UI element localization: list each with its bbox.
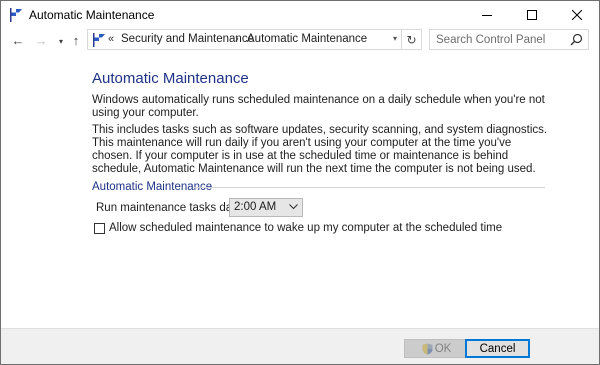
main-content: Automatic Maintenance Windows automatica… — [1, 52, 599, 328]
search-box[interactable] — [429, 29, 589, 50]
maintenance-flag-icon — [93, 33, 105, 47]
section-divider — [193, 187, 545, 188]
uac-shield-icon — [422, 343, 433, 354]
ok-button-label: OK — [434, 342, 452, 355]
minimize-button[interactable] — [464, 1, 509, 28]
refresh-button[interactable]: ↻ — [402, 29, 422, 50]
details-paragraph: This includes tasks such as software upd… — [92, 124, 548, 175]
dialog-footer: OK Cancel — [1, 328, 599, 364]
title-bar: Automatic Maintenance — [1, 1, 599, 28]
minimize-icon — [481, 14, 492, 16]
close-icon — [571, 9, 582, 20]
wake-computer-checkbox[interactable] — [94, 223, 105, 234]
maximize-button[interactable] — [509, 1, 554, 28]
app-window: Automatic Maintenance ← → ▾ ↑ « Security… — [0, 0, 600, 365]
up-button[interactable]: ↑ — [68, 32, 84, 48]
chevron-down-icon — [289, 204, 298, 210]
navigation-bar: ← → ▾ ↑ « Security and Maintenance › Aut… — [1, 28, 599, 52]
breadcrumb-automatic-maintenance[interactable]: Automatic Maintenance — [247, 33, 367, 45]
run-time-value: 2:00 AM — [234, 201, 277, 213]
intro-paragraph: Windows automatically runs scheduled mai… — [92, 94, 545, 119]
page-title: Automatic Maintenance — [92, 70, 249, 87]
address-bar[interactable]: « Security and Maintenance › Automatic M… — [87, 29, 402, 50]
ok-button[interactable]: OK — [404, 339, 469, 358]
maintenance-flag-icon — [10, 8, 22, 22]
search-input[interactable] — [436, 32, 566, 48]
breadcrumb-overflow[interactable]: « — [108, 33, 114, 45]
run-time-select[interactable]: 2:00 AM — [229, 198, 303, 217]
maximize-icon — [526, 9, 537, 20]
close-button[interactable] — [554, 1, 599, 28]
address-dropdown-button[interactable]: ▾ — [393, 34, 397, 43]
recent-locations-button[interactable]: ▾ — [53, 33, 69, 49]
window-title: Automatic Maintenance — [29, 8, 155, 22]
back-button[interactable]: ← — [10, 32, 26, 48]
cancel-button-label: Cancel — [479, 342, 516, 355]
forward-button[interactable]: → — [33, 32, 49, 48]
breadcrumb-separator[interactable]: › — [235, 33, 239, 45]
wake-computer-label[interactable]: Allow scheduled maintenance to wake up m… — [109, 222, 502, 234]
cancel-button[interactable]: Cancel — [465, 339, 530, 358]
search-icon[interactable] — [570, 33, 583, 46]
